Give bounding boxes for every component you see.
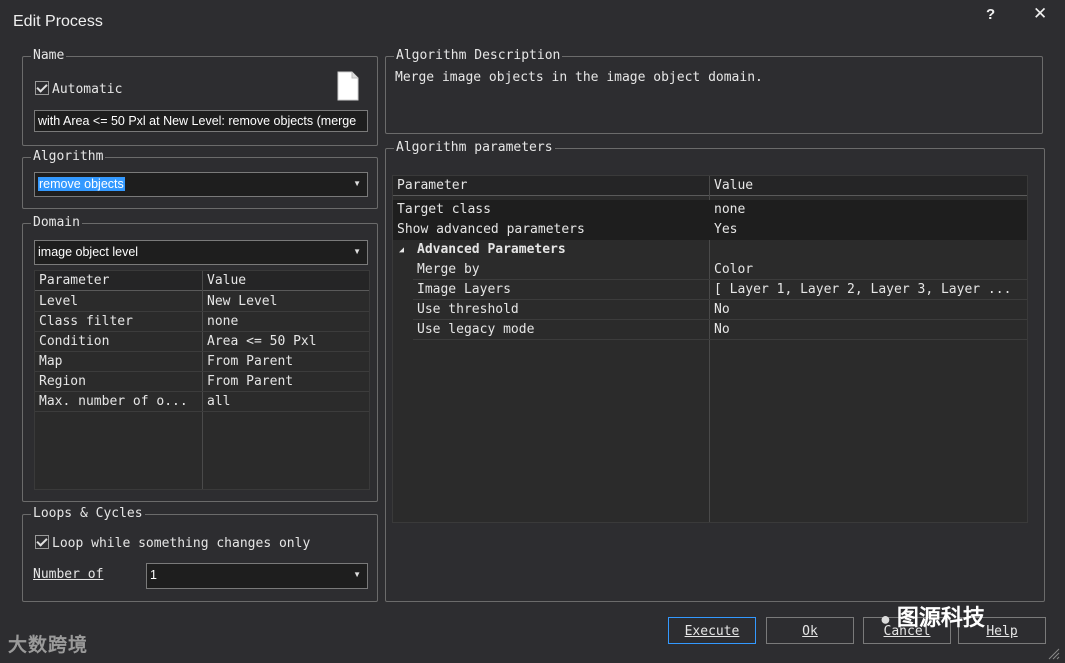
help-icon[interactable]: ? <box>986 6 995 23</box>
param-value[interactable]: Yes <box>714 220 737 240</box>
param-value[interactable]: Color <box>714 260 753 280</box>
param-name: Class filter <box>39 314 133 329</box>
loops-legend: Loops & Cycles <box>31 506 145 522</box>
table-row[interactable]: Merge by Color <box>393 260 1027 280</box>
param-name: Target class <box>397 202 491 217</box>
algorithm-group: Algorithm remove objects ▼ <box>22 149 378 209</box>
table-row[interactable]: Condition Area <= 50 Pxl <box>35 332 369 352</box>
parameters-legend: Algorithm parameters <box>394 140 555 156</box>
ok-button[interactable]: Ok <box>766 617 854 644</box>
domain-group: Domain image object level ▼ Parameter Va… <box>22 215 378 502</box>
param-name: Show advanced parameters <box>397 222 585 237</box>
param-value[interactable]: Area <= 50 Pxl <box>207 332 317 352</box>
algorithm-parameters-group: Algorithm parameters Parameter Value Tar… <box>385 140 1045 602</box>
algorithm-value: remove objects <box>38 177 125 191</box>
param-value[interactable]: No <box>714 300 730 320</box>
domain-legend: Domain <box>31 215 82 231</box>
watermark-right-text: 图源科技 <box>896 605 985 630</box>
table-row[interactable]: Target class none <box>393 200 1027 220</box>
param-value[interactable]: all <box>207 392 230 412</box>
param-value[interactable]: From Parent <box>207 372 293 392</box>
column-header-parameter[interactable]: Parameter <box>393 176 710 196</box>
checkbox-icon[interactable] <box>35 81 49 95</box>
algorithm-select[interactable]: remove objects ▼ <box>34 172 368 197</box>
resize-grip-icon[interactable] <box>1046 646 1060 660</box>
name-legend: Name <box>31 48 67 64</box>
table-row[interactable]: Region From Parent <box>35 372 369 392</box>
param-name: Level <box>39 294 79 309</box>
table-row[interactable]: Image Layers [ Layer 1, Layer 2, Layer 3… <box>393 280 1027 300</box>
domain-value: image object level <box>38 245 139 259</box>
loop-label: Loop while something changes only <box>52 536 311 551</box>
description-group: Algorithm Description Merge image object… <box>385 48 1043 134</box>
param-value[interactable]: [ Layer 1, Layer 2, Layer 3, Layer ... <box>714 280 1011 300</box>
collapse-triangle-icon[interactable]: ◢ <box>399 240 404 260</box>
table-row[interactable]: Use threshold No <box>393 300 1027 320</box>
domain-param-grid: Parameter Value Level New Level Class fi… <box>34 270 370 490</box>
column-header-value[interactable]: Value <box>203 271 369 291</box>
automatic-label: Automatic <box>52 82 123 97</box>
algorithm-param-grid: Parameter Value Target class none Show a… <box>392 175 1028 523</box>
number-of-label: Number of <box>33 567 104 582</box>
column-header-parameter[interactable]: Parameter <box>35 271 203 291</box>
advanced-parameters-header[interactable]: ◢ Advanced Parameters <box>393 240 1027 260</box>
table-row[interactable]: Level New Level <box>35 292 369 312</box>
param-name: Merge by <box>417 262 480 277</box>
close-icon[interactable]: ✕ <box>1033 4 1047 24</box>
param-name: Image Layers <box>417 282 511 297</box>
param-value[interactable]: No <box>714 320 730 340</box>
number-of-cycles-value: 1 <box>150 568 157 582</box>
param-name: Use legacy mode <box>417 322 535 337</box>
param-name: Region <box>39 374 86 389</box>
loop-checkbox[interactable]: Loop while something changes only <box>35 535 310 551</box>
table-row[interactable]: Max. number of o... all <box>35 392 369 412</box>
param-name: Max. number of o... <box>39 394 188 409</box>
watermark-logo-right: ● 图源科技 <box>880 600 985 632</box>
checkbox-icon[interactable] <box>35 535 49 549</box>
column-header-value[interactable]: Value <box>710 176 1027 196</box>
loops-group: Loops & Cycles Loop while something chan… <box>22 506 378 602</box>
document-icon[interactable] <box>337 71 359 104</box>
name-group: Name Automatic with Area <= 50 Pxl at Ne… <box>22 48 378 146</box>
param-value[interactable]: none <box>714 200 745 220</box>
table-row[interactable]: Show advanced parameters Yes <box>393 220 1027 240</box>
description-legend: Algorithm Description <box>394 48 563 64</box>
watermark-logo-left: 大数跨境 <box>8 630 88 657</box>
execute-button[interactable]: Execute <box>668 617 756 644</box>
algorithm-legend: Algorithm <box>31 149 106 165</box>
name-field[interactable]: with Area <= 50 Pxl at New Level: remove… <box>34 110 368 132</box>
table-row[interactable]: Use legacy mode No <box>393 320 1027 340</box>
window-title: Edit Process <box>13 13 103 30</box>
chevron-down-icon[interactable]: ▼ <box>353 173 361 195</box>
wechat-icon: ● <box>880 609 891 629</box>
param-name: Use threshold <box>417 302 519 317</box>
advanced-header-label: Advanced Parameters <box>417 242 566 257</box>
param-value[interactable]: New Level <box>207 292 277 312</box>
table-row[interactable]: Map From Parent <box>35 352 369 372</box>
automatic-checkbox[interactable]: Automatic <box>35 81 122 97</box>
domain-select[interactable]: image object level ▼ <box>34 240 368 265</box>
number-of-cycles-select[interactable]: 1 ▼ <box>146 563 368 589</box>
algorithm-description: Merge image objects in the image object … <box>395 70 763 85</box>
param-name: Map <box>39 354 63 369</box>
param-value[interactable]: none <box>207 312 238 332</box>
param-value[interactable]: From Parent <box>207 352 293 372</box>
param-name: Condition <box>39 334 110 349</box>
table-row[interactable]: Class filter none <box>35 312 369 332</box>
watermark-left-text: 大数跨境 <box>8 635 89 656</box>
chevron-down-icon[interactable]: ▼ <box>353 564 361 586</box>
title-bar: Edit Process ? ✕ <box>0 0 1065 44</box>
chevron-down-icon[interactable]: ▼ <box>353 241 361 263</box>
